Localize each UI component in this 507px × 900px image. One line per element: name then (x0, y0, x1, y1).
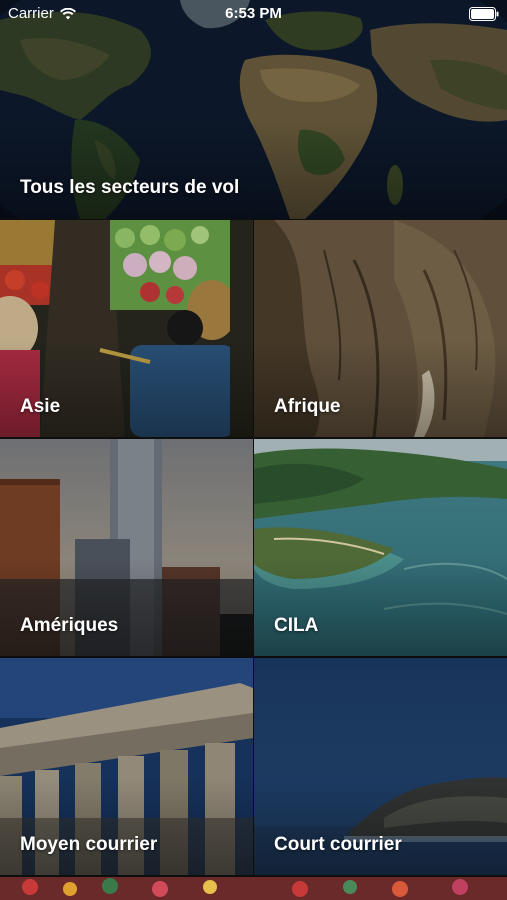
status-bar: Carrier 6:53 PM (0, 0, 507, 28)
partial-image (0, 877, 507, 900)
tile-label: Moyen courrier (20, 834, 158, 855)
tile-next-partial[interactable] (0, 877, 507, 900)
tile-label: Asie (20, 396, 61, 417)
tile-ameriques[interactable]: Amériques (0, 439, 253, 656)
status-time: 6:53 PM (225, 5, 282, 22)
all-sectors-tile[interactable]: Tous les secteurs de vol (0, 0, 507, 219)
tile-label: CILA (274, 615, 319, 636)
tile-label: Afrique (274, 396, 341, 417)
tile-afrique[interactable]: Afrique (254, 220, 507, 437)
tile-moyen-courrier[interactable]: Moyen courrier (0, 658, 253, 875)
all-sectors-label: Tous les secteurs de vol (20, 177, 240, 198)
tile-label: Amériques (20, 615, 119, 636)
tile-cila[interactable]: CILA (254, 439, 507, 656)
screen: Carrier 6:53 PM Tous les secteurs de vol… (0, 0, 507, 900)
battery-icon (469, 7, 499, 21)
tile-asie[interactable]: Asie (0, 220, 253, 437)
tile-court-courrier[interactable]: Court courrier (254, 658, 507, 875)
tile-label: Court courrier (274, 834, 402, 855)
